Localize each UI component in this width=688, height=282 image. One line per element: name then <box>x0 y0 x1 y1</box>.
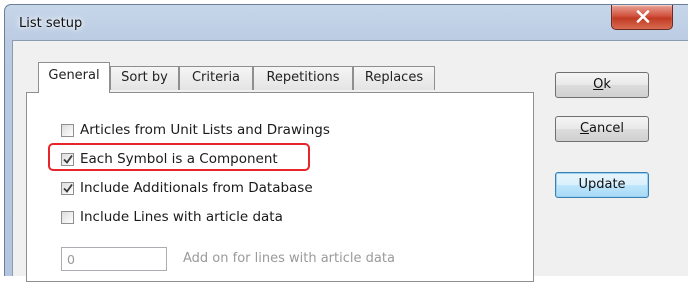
tab-replaces[interactable]: Replaces <box>353 66 435 90</box>
option-label: Include Lines with article data <box>80 209 283 225</box>
highlight-annotation <box>48 143 310 171</box>
tab-repetitions[interactable]: Repetitions <box>253 66 353 90</box>
cancel-mnemonic: C <box>580 121 589 136</box>
tab-label: Sort by <box>121 70 168 85</box>
ok-label: k <box>603 77 611 92</box>
cancel-button[interactable]: Cancel <box>555 116 649 142</box>
update-button[interactable]: Update <box>555 172 649 198</box>
checkmark-icon <box>63 183 73 194</box>
checkbox[interactable] <box>61 182 74 195</box>
ok-mnemonic: O <box>593 77 603 92</box>
cancel-label: ancel <box>589 121 624 136</box>
option-label: Articles from Unit Lists and Drawings <box>80 122 330 138</box>
option-include-lines-article-data[interactable]: Include Lines with article data <box>61 206 283 228</box>
close-button[interactable] <box>611 5 673 30</box>
option-include-additionals[interactable]: Include Additionals from Database <box>61 177 313 199</box>
checkbox[interactable] <box>61 211 74 224</box>
option-articles-from-unit-lists[interactable]: Articles from Unit Lists and Drawings <box>61 119 330 141</box>
title-bar[interactable]: List setup <box>5 5 688 39</box>
option-label: Include Additionals from Database <box>80 180 313 196</box>
update-label: Update <box>578 177 625 192</box>
addon-lines-label: Add on for lines with article data <box>183 251 395 266</box>
tab-sort-by[interactable]: Sort by <box>110 66 179 90</box>
checkbox[interactable] <box>61 124 74 137</box>
close-x-icon <box>636 10 650 23</box>
tab-general[interactable]: General <box>38 62 110 93</box>
general-tab-panel: Articles from Unit Lists and Drawings Ea… <box>26 92 534 282</box>
tab-criteria[interactable]: Criteria <box>179 66 253 90</box>
tab-label: General <box>48 68 99 83</box>
tab-label: Criteria <box>192 70 240 85</box>
tab-label: Replaces <box>365 70 423 85</box>
tab-label: Repetitions <box>266 70 339 85</box>
ok-button[interactable]: Ok <box>555 72 649 98</box>
window-title: List setup <box>19 16 82 31</box>
addon-lines-input[interactable] <box>61 247 167 271</box>
